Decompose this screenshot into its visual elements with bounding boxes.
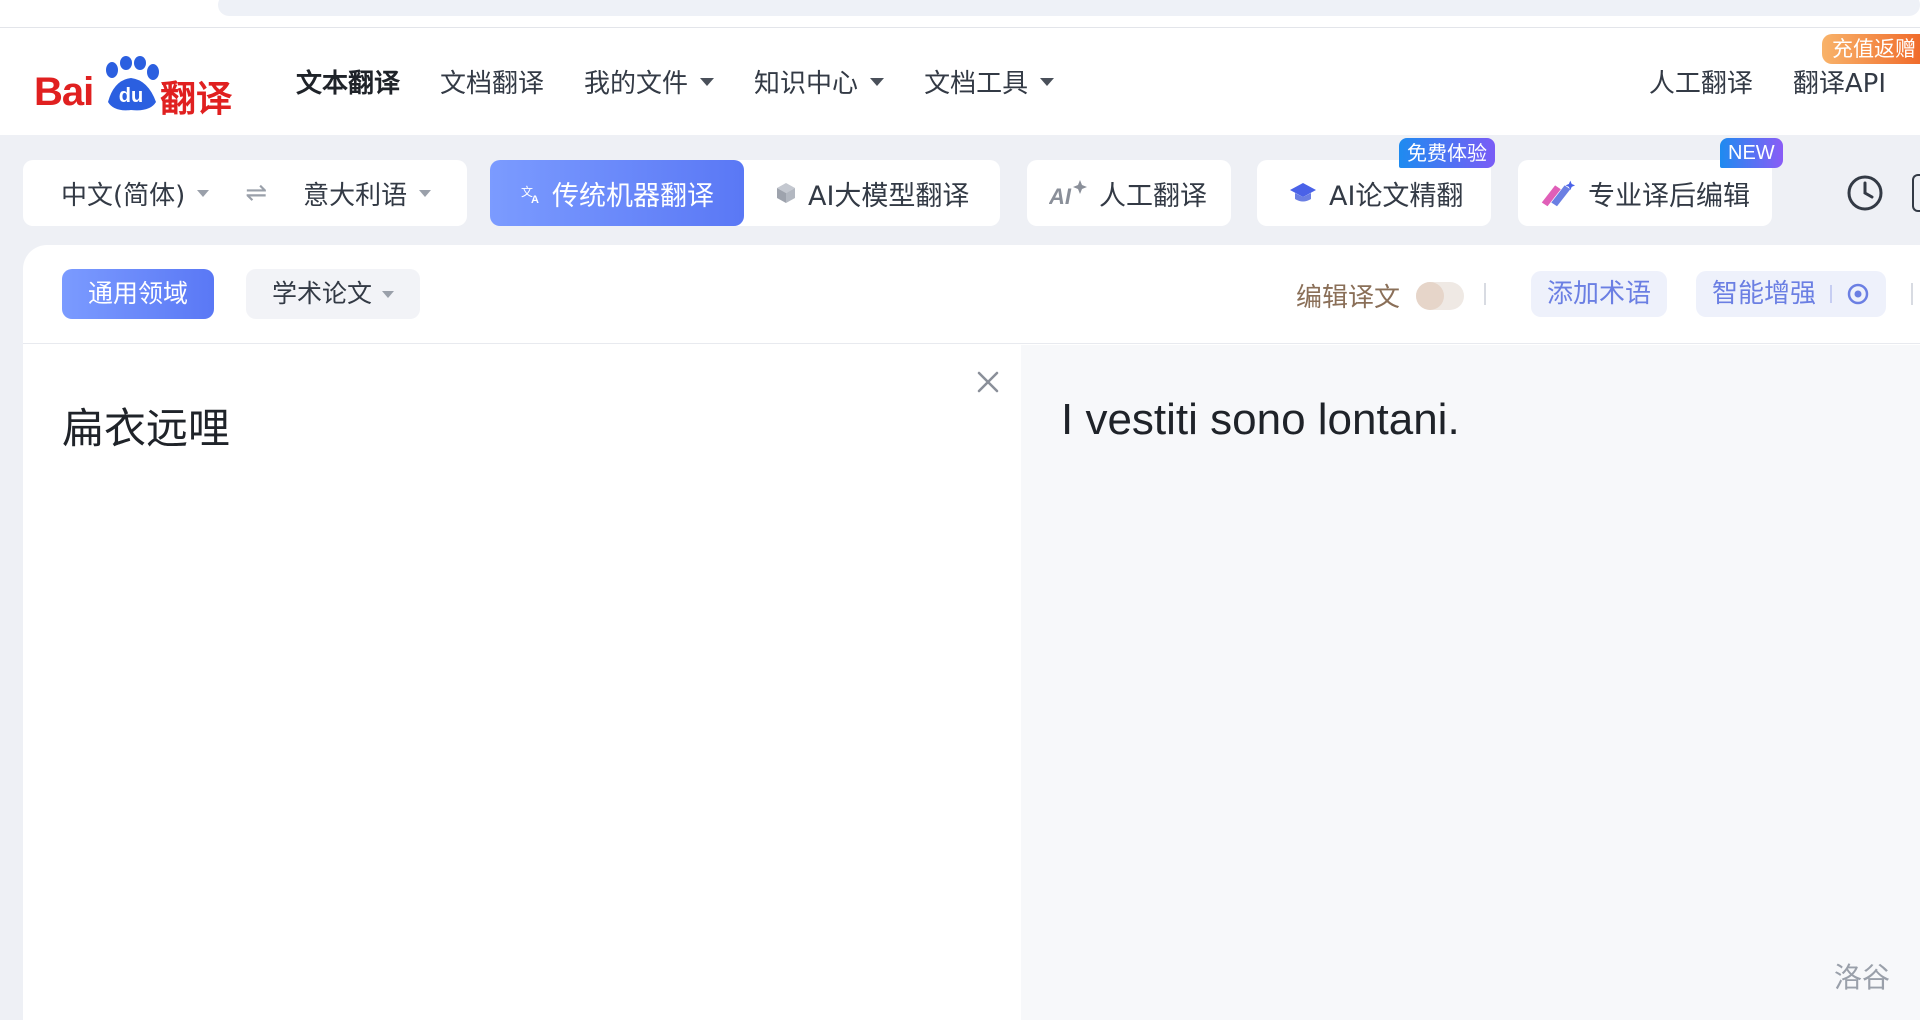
smart-enhance-button[interactable]: 智能增强 [1696,271,1887,317]
chevron-down-icon [870,77,885,86]
nav-knowledge-center[interactable]: 知识中心 [754,63,885,100]
panel-options-bar: 通用领域 学术论文 编辑译文 添加术语 智能增强 [23,245,1920,344]
source-language-label: 中文(简体) [61,180,186,211]
chevron-down-icon [1040,77,1055,86]
history-clock-icon[interactable] [1846,174,1884,212]
divider [1484,283,1486,305]
tool-label: 专业译后编辑 [1588,180,1750,212]
swap-languages-icon[interactable]: ⇌ [245,178,267,208]
site-header: Bai du 翻译 文本翻译 文档翻译 我的文件 知识中心 文档工具 人工翻译 … [0,28,1920,135]
toggle-knob [1416,282,1444,310]
baidu-paw-icon: du [106,56,159,111]
favorites-icon[interactable] [1912,174,1920,212]
mode-label: AI大模型翻译 [808,180,970,212]
nav-translate-api[interactable]: 翻译API [1793,63,1886,100]
ai-paper-translation-button[interactable]: AI论文精翻 免费体验 [1257,138,1495,226]
translation-mode-group: 文 A 传统机器翻译 AI大模型翻译 [490,160,1000,226]
nav-label: 我的文件 [584,69,689,99]
target-language-select[interactable]: 意大利语 [303,175,432,212]
nav-document-translate[interactable]: 文档翻译 [440,63,544,100]
edit-translation-toggle[interactable] [1416,282,1464,310]
source-language-select[interactable]: 中文(简体) [61,175,210,212]
new-badge: NEW [1720,138,1783,168]
logo-bai-text: Bai [34,70,94,114]
nav-text-translate[interactable]: 文本翻译 [296,63,400,100]
nav-my-files[interactable]: 我的文件 [584,63,715,100]
add-terms-button[interactable]: 添加术语 [1531,271,1668,317]
post-edit-button[interactable]: 专业译后编辑 NEW [1518,138,1783,226]
edit-translation-label: 编辑译文 [1296,283,1401,313]
nav-label: 翻译API [1792,69,1886,99]
tool-label: AI论文精翻 [1329,180,1464,212]
human-translation-button[interactable]: AI 人工翻译 [1027,160,1231,226]
target-language-label: 意大利语 [303,180,408,211]
logo-fanyi-text: 翻译 [160,79,233,120]
chevron-down-icon [382,290,395,298]
tool-label: 人工翻译 [1099,180,1207,212]
language-selector: 中文(简体) ⇌ 意大利语 [23,160,467,226]
topup-promo-badge[interactable]: 充值返赠 [1822,34,1920,64]
translate-icon: 文 A [521,184,539,204]
watermark-text: 洛谷 [1834,961,1891,994]
nav-label: 文本翻译 [296,69,401,99]
baidu-translate-logo[interactable]: Bai du 翻译 [34,44,234,120]
translation-panel: 通用领域 学术论文 编辑译文 添加术语 智能增强 扁衣远哩 I vestiti … [23,245,1920,1020]
svg-text:A: A [531,194,539,204]
chevron-down-icon [197,189,210,197]
ai-sparkle-icon: AI [1049,180,1087,208]
nav-label: 文档工具 [924,69,1029,99]
source-text-area[interactable]: 扁衣远哩 [23,345,1021,1020]
nav-document-tools[interactable]: 文档工具 [924,63,1055,100]
mode-label: 传统机器翻译 [552,180,714,212]
nav-human-translation[interactable]: 人工翻译 [1649,63,1753,100]
translation-result-text: I vestiti sono lontani. [1061,395,1460,444]
translation-toolbar: 中文(简体) ⇌ 意大利语 文 A 传统机器翻译 AI大模型翻译 AI 人工翻译… [0,138,1920,226]
domain-academic-select[interactable]: 学术论文 [246,269,421,319]
settings-target-icon[interactable] [1846,282,1870,306]
browser-url-bar[interactable] [218,0,1920,16]
chevron-down-icon [700,77,715,86]
svg-text:AI: AI [1049,184,1072,208]
chip-label: 添加术语 [1547,279,1652,309]
nav-label: 人工翻译 [1648,69,1753,99]
logo-du-text: du [119,85,143,107]
source-text[interactable]: 扁衣远哩 [62,395,230,456]
divider [1911,283,1913,305]
chevron-down-icon [419,189,432,197]
domain-general-button[interactable]: 通用领域 [62,269,215,319]
pen-edit-icon [1541,180,1576,207]
mode-machine-translation[interactable]: 文 A 传统机器翻译 [490,160,744,226]
domain-label: 学术论文 [272,279,373,308]
mode-ai-llm-translation[interactable]: AI大模型翻译 [744,160,999,226]
cube-icon [777,183,795,203]
divider [1830,285,1833,303]
free-trial-badge: 免费体验 [1399,138,1495,168]
nav-label: 知识中心 [754,69,859,99]
nav-label: 文档翻译 [440,69,545,99]
chip-label: 智能增强 [1712,279,1817,309]
browser-address-strip [0,0,1920,28]
target-text-area: I vestiti sono lontani. [1021,345,1920,1020]
graduation-cap-icon [1290,183,1316,202]
close-icon[interactable] [975,369,1001,395]
main-nav: 文本翻译 文档翻译 我的文件 知识中心 文档工具 [296,28,1055,135]
domain-label: 通用领域 [88,279,189,308]
